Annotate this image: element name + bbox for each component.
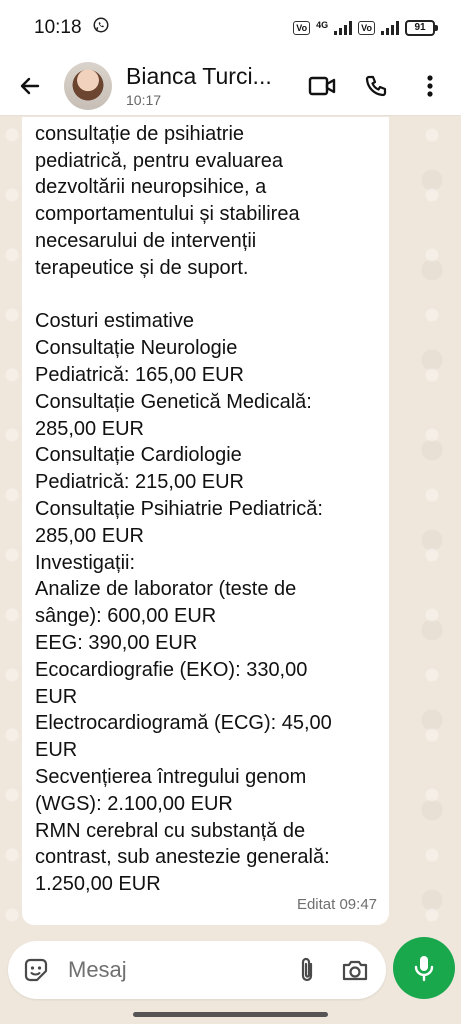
message-timestamp: Editat 09:47 — [296, 896, 377, 913]
message-input[interactable] — [66, 956, 274, 984]
contact-info[interactable]: Bianca Turci... 10:17 — [126, 63, 285, 108]
battery-level: 91 — [414, 22, 426, 33]
chat-header: Bianca Turci... 10:17 — [0, 56, 461, 116]
sticker-icon[interactable] — [22, 956, 50, 984]
whatsapp-notification-icon — [92, 16, 110, 40]
microphone-icon — [413, 954, 435, 982]
video-call-icon[interactable] — [305, 69, 339, 103]
message-bubble[interactable]: multidisciplinară, incluzând consultație… — [22, 117, 389, 925]
status-time: 10:18 — [34, 17, 82, 38]
signal-icon-2 — [381, 21, 399, 35]
input-bar — [0, 937, 461, 1007]
voice-message-button[interactable] — [393, 937, 455, 999]
avatar[interactable] — [64, 61, 112, 110]
last-seen: 10:17 — [126, 92, 162, 108]
status-bar: 10:18 Vo 4G Vo 91 — [0, 0, 461, 56]
network-type: 4G — [316, 20, 329, 30]
battery-icon: 91 — [405, 20, 438, 36]
attach-icon[interactable] — [292, 955, 322, 985]
voice-call-icon[interactable] — [359, 69, 393, 103]
volte-icon: Vo — [293, 21, 311, 35]
home-indicator[interactable] — [133, 1012, 328, 1017]
message-composer — [8, 941, 386, 999]
chat-area[interactable]: multidisciplinară, incluzând consultație… — [0, 117, 461, 937]
signal-icon — [334, 21, 353, 35]
message-text: multidisciplinară, incluzând consultație… — [35, 117, 332, 896]
camera-icon[interactable] — [340, 955, 370, 985]
more-options-icon[interactable] — [413, 69, 447, 103]
volte-icon-2: Vo — [358, 21, 375, 35]
back-arrow-icon[interactable] — [16, 72, 44, 100]
contact-name: Bianca Turci... — [126, 63, 272, 89]
